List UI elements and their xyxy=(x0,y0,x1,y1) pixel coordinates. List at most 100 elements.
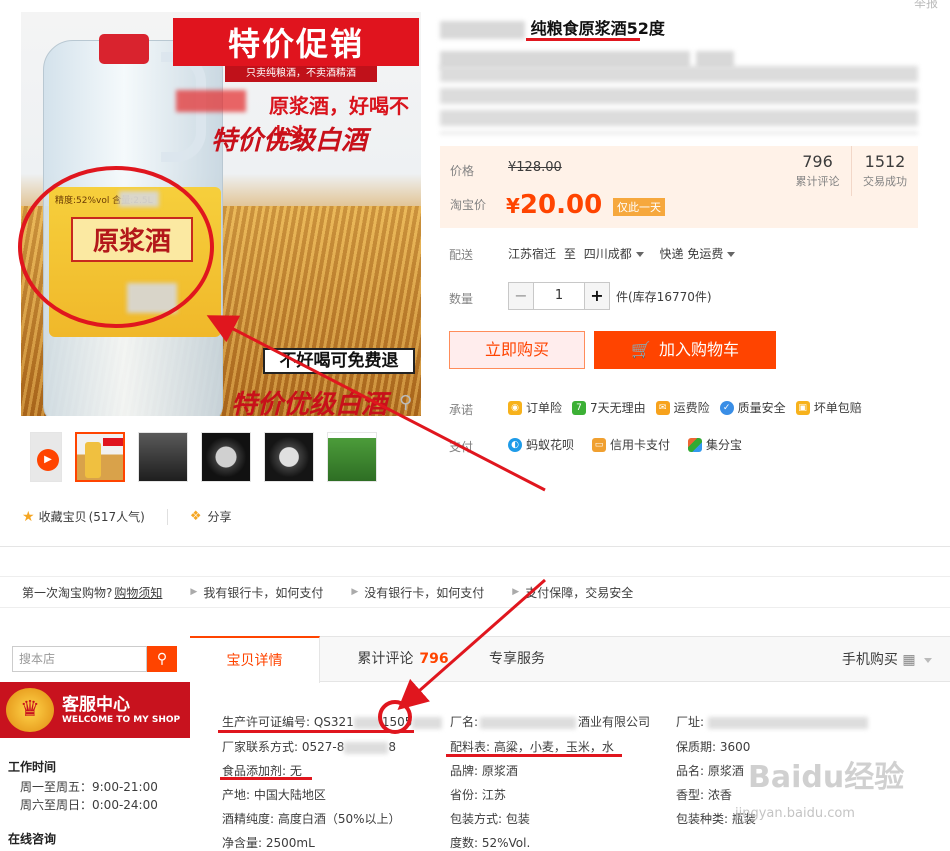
arrow-right-icon: ▶ xyxy=(190,587,198,597)
work-hours-weekend: 周六至周日：0:00-24:00 xyxy=(20,798,158,812)
cart-icon: 🛒 xyxy=(631,340,651,359)
ship-method-value: 快递 免运费 xyxy=(659,247,724,261)
promise-item[interactable]: ✓ 质量安全 xyxy=(719,399,786,416)
promise-label: 承诺 xyxy=(449,403,474,417)
thumbnail-1[interactable] xyxy=(75,432,125,482)
tip-payment-safety[interactable]: ▶ 支付保障，交易安全 xyxy=(512,584,633,601)
thumbnail-2[interactable] xyxy=(138,432,188,482)
attr-factory-contact: 厂家联系方式: 0527-8 8 xyxy=(222,738,396,755)
review-label: 累计评论 xyxy=(795,175,840,188)
promise-item[interactable]: ▣ 坏单包赔 xyxy=(795,399,862,416)
jifenbao-icon xyxy=(688,437,703,452)
credit-card-icon: ▭ xyxy=(592,437,607,452)
shipping-row: 江苏宿迁 至 四川成都 快递 免运费 xyxy=(508,245,736,262)
zoom-icon[interactable]: ⚲ xyxy=(399,392,421,414)
payment-item[interactable]: ◐ 蚂蚁花呗 xyxy=(508,436,574,453)
blurred-region xyxy=(480,716,577,729)
arrow-right-icon: ▶ xyxy=(351,587,359,597)
promo-banner: 特价促销 xyxy=(173,18,419,66)
attr-license-text: 生产许可证编号: QS321 xyxy=(222,715,354,729)
attr-contact-text: 厂家联系方式: 0527-8 xyxy=(222,740,345,754)
attr-product-name: 品名: 原浆酒 xyxy=(676,764,744,778)
decrease-button[interactable]: − xyxy=(508,282,534,310)
chevron-down-icon xyxy=(924,657,932,663)
divider xyxy=(166,508,168,525)
ad-guarantee: 不好喝可免费退 xyxy=(263,348,415,374)
quantity-label: 数量 xyxy=(449,292,474,306)
blurred-region xyxy=(344,741,389,754)
blurred-region xyxy=(412,716,443,729)
report-link[interactable]: 举报 xyxy=(914,0,938,11)
attr-net: 净含量: 2500mL xyxy=(222,836,315,850)
promise-row: ◉ 订单险 7 7天无理由 ✉ 运费险 ✓ 质量安全 ▣ 坏单包赔 xyxy=(508,399,866,416)
tab-service[interactable]: 专享服务 xyxy=(482,636,552,683)
favorite-link[interactable]: 收藏宝贝 xyxy=(39,508,87,525)
sales-label: 交易成功 xyxy=(863,175,907,188)
mobile-buy-button[interactable]: 手机购买 ▦ xyxy=(842,637,932,683)
tip-bank-card[interactable]: ▶ 我有银行卡，如何支付 xyxy=(190,584,323,601)
section-divider xyxy=(0,546,950,547)
tip-no-bank-card[interactable]: ▶ 没有银行卡，如何支付 xyxy=(351,584,484,601)
attr-packaging: 包装方式: 包装 xyxy=(450,812,530,826)
search-icon[interactable]: ⚲ xyxy=(147,646,177,672)
promise-item[interactable]: ◉ 订单险 xyxy=(508,399,562,416)
tab-detail[interactable]: 宝贝详情 xyxy=(190,636,320,683)
work-hours-weekday: 周一至周五：9:00-21:00 xyxy=(20,780,158,794)
thumbnail-5[interactable] xyxy=(327,432,377,482)
kefu-title: 客服中心 xyxy=(62,695,130,715)
attr-factory-name-tail: 酒业有限公司 xyxy=(578,715,651,729)
blurred-region xyxy=(708,716,869,729)
sale-price: ¥20.00 xyxy=(506,190,602,220)
annotation-circle-label xyxy=(18,166,214,328)
ad-slogan-2: 特价优级白酒 xyxy=(211,126,368,156)
attr-factory-address-label: 厂址: xyxy=(676,715,705,729)
price-label: 价格 xyxy=(450,164,475,178)
watermark-url: jingyan.baidu.com xyxy=(735,806,855,821)
annotation-circle-license xyxy=(378,700,412,734)
promise-text: 质量安全 xyxy=(737,401,786,415)
kefu-subtitle: WELCOME TO MY SHOP xyxy=(62,715,181,725)
bottle-cap xyxy=(99,34,149,64)
thumbnail-4[interactable] xyxy=(264,432,314,482)
mobile-buy-label: 手机购买 xyxy=(841,652,898,668)
chevron-down-icon xyxy=(727,252,736,257)
payment-label: 支付 xyxy=(449,440,474,454)
shopping-guide-link[interactable]: 购物须知 xyxy=(114,584,162,601)
tip-first-time: 第一次淘宝购物? 购物须知 xyxy=(22,584,162,601)
add-to-cart-button[interactable]: 🛒 加入购物车 xyxy=(594,331,776,369)
annotation-underline-ingredients xyxy=(446,754,622,757)
attr-abv: 度数: 52%Vol. xyxy=(450,836,531,850)
payment-item[interactable]: ▭ 信用卡支付 xyxy=(592,436,670,453)
share-link[interactable]: 分享 xyxy=(208,508,232,525)
play-icon: ▶ xyxy=(37,449,59,471)
title-highlight: 纯粮食原浆酒52度 xyxy=(530,19,665,38)
tab-reviews-label: 累计评论 xyxy=(357,651,414,667)
buy-now-button[interactable]: 立即购买 xyxy=(449,331,585,369)
promo-banner-sub: 只卖纯粮酒，不卖酒精酒 xyxy=(225,66,377,82)
tab-reviews[interactable]: 累计评论 796 xyxy=(338,636,468,683)
ship-method-select[interactable]: 快递 免运费 xyxy=(660,247,736,261)
favorite-row: ★ 收藏宝贝 (517人气) ❖ 分享 xyxy=(22,508,232,525)
promise-item[interactable]: ✉ 运费险 xyxy=(655,399,710,416)
annotation-underline-additive xyxy=(220,777,312,780)
shop-search-input[interactable]: 搜本店 xyxy=(12,646,147,672)
product-title: 纯粮食原浆酒52度 xyxy=(440,14,920,74)
damage-icon: ▣ xyxy=(795,400,810,415)
quantity-input[interactable]: 1 xyxy=(534,282,584,310)
ship-to-select[interactable]: 四川成都 xyxy=(584,247,644,261)
thumbnail-video[interactable]: ▶ xyxy=(30,432,62,482)
promise-item[interactable]: 7 7天无理由 xyxy=(572,399,646,416)
payment-text: 蚂蚁花呗 xyxy=(526,438,575,452)
sales-count: 1512 xyxy=(864,152,906,171)
sales-stat: 1512 交易成功 xyxy=(851,146,918,196)
payment-item[interactable]: 集分宝 xyxy=(688,436,742,453)
review-stat[interactable]: 796 累计评论 xyxy=(784,146,851,196)
attr-brand: 品牌: 原浆酒 xyxy=(450,764,518,778)
customer-service-banner[interactable]: ♛ 客服中心 WELCOME TO MY SHOP xyxy=(0,682,190,738)
payment-text: 信用卡支付 xyxy=(610,438,671,452)
work-hours-title: 工作时间 xyxy=(8,760,57,774)
detail-tabs: 宝贝详情 累计评论 796 专享服务 手机购买 ▦ xyxy=(190,636,950,683)
increase-button[interactable]: + xyxy=(584,282,610,310)
taobao-price-label: 淘宝价 xyxy=(450,198,487,212)
thumbnail-3[interactable] xyxy=(201,432,251,482)
